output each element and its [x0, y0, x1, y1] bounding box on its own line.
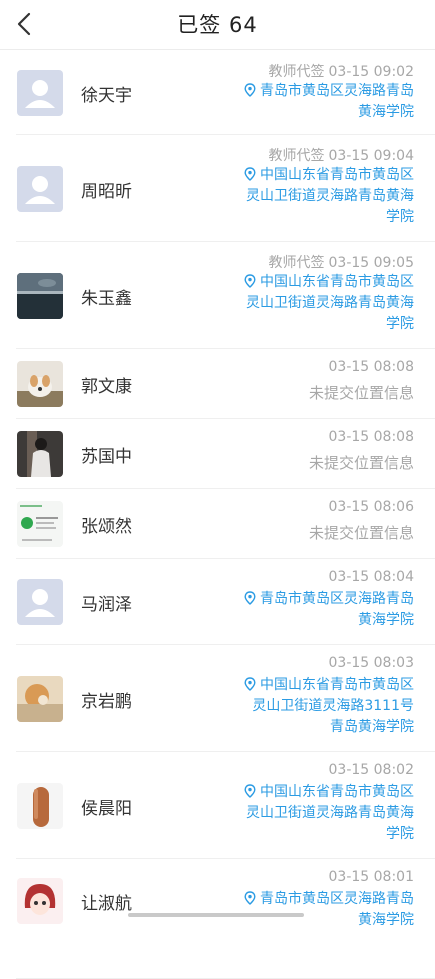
location-pin-icon — [244, 784, 256, 798]
signin-row[interactable]: 马润泽 03-15 08:04 青岛市黄岛区灵海路青岛黄海学院 — [0, 559, 435, 645]
student-name: 徐天宇 — [81, 86, 132, 106]
time-value: 03-15 08:02 — [328, 762, 414, 778]
signed-by-label: 教师代签 — [268, 148, 325, 164]
location-pin-icon — [244, 83, 256, 97]
signin-time: 03-15 08:08 — [329, 359, 414, 375]
student-name: 苏国中 — [81, 447, 132, 467]
signin-row[interactable]: 侯晨阳 03-15 08:02 中国山东省青岛市黄岛区灵山卫街道灵海路青岛黄海学院 — [0, 752, 435, 859]
time-value: 03-15 08:01 — [328, 869, 414, 885]
avatar[interactable] — [17, 273, 63, 319]
avatar[interactable] — [17, 878, 63, 924]
location-text: 青岛市黄岛区灵海路青岛黄海学院 — [260, 891, 414, 928]
scrollbar[interactable] — [128, 913, 304, 917]
signin-row[interactable]: 让淑航 03-15 08:01 青岛市黄岛区灵海路青岛黄海学院 — [0, 859, 435, 979]
signin-time: 03-15 08:03 — [329, 655, 414, 671]
signed-by-label: 教师代签 — [268, 64, 325, 80]
student-name: 朱玉鑫 — [81, 289, 132, 309]
avatar-image — [17, 501, 63, 547]
signin-row[interactable]: 徐天宇 教师代签 03-15 09:02 青岛市黄岛区灵海路青岛黄海学院 — [0, 51, 435, 135]
avatar[interactable] — [17, 70, 63, 116]
location-link[interactable]: 中国山东省青岛市黄岛区灵山卫街道灵海路3111号青岛黄海学院 — [239, 675, 414, 738]
location-pin-icon — [244, 274, 256, 288]
avatar[interactable] — [17, 501, 63, 547]
avatar[interactable] — [17, 431, 63, 477]
student-name: 马润泽 — [81, 595, 132, 615]
time-value: 03-15 09:05 — [328, 255, 414, 271]
signin-row[interactable]: 朱玉鑫 教师代签 03-15 09:05 中国山东省青岛市黄岛区灵山卫街道灵海路青岛黄… — [0, 242, 435, 349]
location-text: 中国山东省青岛市黄岛区灵山卫街道灵海路青岛黄海学院 — [246, 167, 414, 225]
student-name: 郭文康 — [81, 377, 132, 397]
avatar[interactable] — [17, 579, 63, 625]
avatar[interactable] — [17, 361, 63, 407]
avatar[interactable] — [17, 783, 63, 829]
signin-row[interactable]: 张颂然 03-15 08:06 未提交位置信息 — [0, 489, 435, 559]
signin-time: 03-15 08:08 — [329, 429, 414, 445]
location-link[interactable]: 青岛市黄岛区灵海路青岛黄海学院 — [239, 81, 414, 123]
signin-time: 教师代签 03-15 09:04 — [269, 145, 414, 165]
no-location-text: 未提交位置信息 — [308, 524, 414, 542]
student-name: 侯晨阳 — [81, 799, 132, 819]
avatar[interactable] — [17, 676, 63, 722]
signin-time: 03-15 08:02 — [329, 762, 414, 778]
signin-row[interactable]: 京岩鹏 03-15 08:03 中国山东省青岛市黄岛区灵山卫街道灵海路3111号青岛… — [0, 645, 435, 752]
signin-time: 03-15 08:04 — [329, 569, 414, 585]
time-value: 03-15 08:06 — [328, 499, 414, 515]
avatar-image — [17, 676, 63, 722]
no-location-text: 未提交位置信息 — [308, 384, 414, 402]
signin-time: 教师代签 03-15 09:05 — [269, 252, 414, 272]
top-bar: 已签 64 — [0, 0, 435, 50]
signin-row[interactable]: 郭文康 03-15 08:08 未提交位置信息 — [0, 349, 435, 419]
signin-time: 03-15 08:01 — [329, 869, 414, 885]
avatar-image — [17, 783, 63, 829]
location-link[interactable]: 中国山东省青岛市黄岛区灵山卫街道灵海路青岛黄海学院 — [239, 782, 414, 845]
location-pin-icon — [244, 591, 256, 605]
avatar[interactable] — [17, 166, 63, 212]
student-name: 京岩鹏 — [81, 692, 132, 712]
avatar-image — [17, 273, 63, 319]
location-link[interactable]: 中国山东省青岛市黄岛区灵山卫街道灵海路青岛黄海学院 — [239, 272, 414, 335]
time-value: 03-15 08:08 — [328, 429, 414, 445]
location-text: 中国山东省青岛市黄岛区灵山卫街道灵海路青岛黄海学院 — [246, 274, 414, 332]
signin-time: 03-15 08:06 — [329, 499, 414, 515]
location-text: 青岛市黄岛区灵海路青岛黄海学院 — [260, 591, 414, 628]
signin-list: 徐天宇 教师代签 03-15 09:02 青岛市黄岛区灵海路青岛黄海学院 周昭昕 教师代签… — [0, 51, 435, 979]
avatar-image — [17, 579, 63, 625]
location-link[interactable]: 青岛市黄岛区灵海路青岛黄海学院 — [239, 889, 414, 931]
time-value: 03-15 09:02 — [328, 64, 414, 80]
time-value: 03-15 08:03 — [328, 655, 414, 671]
time-value: 03-15 08:04 — [328, 569, 414, 585]
signin-row[interactable]: 周昭昕 教师代签 03-15 09:04 中国山东省青岛市黄岛区灵山卫街道灵海路青岛黄… — [0, 135, 435, 242]
avatar-image — [17, 70, 63, 116]
page-title: 已签 64 — [177, 13, 258, 37]
time-value: 03-15 09:04 — [328, 148, 414, 164]
avatar-image — [17, 361, 63, 407]
student-name: 让淑航 — [81, 894, 132, 914]
signin-row[interactable]: 苏国中 03-15 08:08 未提交位置信息 — [0, 419, 435, 489]
avatar-image — [17, 878, 63, 924]
location-text: 中国山东省青岛市黄岛区灵山卫街道灵海路3111号青岛黄海学院 — [252, 677, 414, 735]
signin-time: 教师代签 03-15 09:02 — [269, 61, 414, 81]
avatar-image — [17, 431, 63, 477]
location-text: 中国山东省青岛市黄岛区灵山卫街道灵海路青岛黄海学院 — [246, 784, 414, 842]
signed-by-label: 教师代签 — [268, 255, 325, 271]
location-text: 青岛市黄岛区灵海路青岛黄海学院 — [260, 83, 414, 120]
no-location-text: 未提交位置信息 — [308, 454, 414, 472]
avatar-image — [17, 166, 63, 212]
student-name: 张颂然 — [81, 517, 132, 537]
location-pin-icon — [244, 167, 256, 181]
location-link[interactable]: 中国山东省青岛市黄岛区灵山卫街道灵海路青岛黄海学院 — [239, 165, 414, 228]
time-value: 03-15 08:08 — [328, 359, 414, 375]
student-name: 周昭昕 — [81, 182, 132, 202]
location-pin-icon — [244, 891, 256, 905]
location-pin-icon — [244, 677, 256, 691]
location-link[interactable]: 青岛市黄岛区灵海路青岛黄海学院 — [239, 589, 414, 631]
